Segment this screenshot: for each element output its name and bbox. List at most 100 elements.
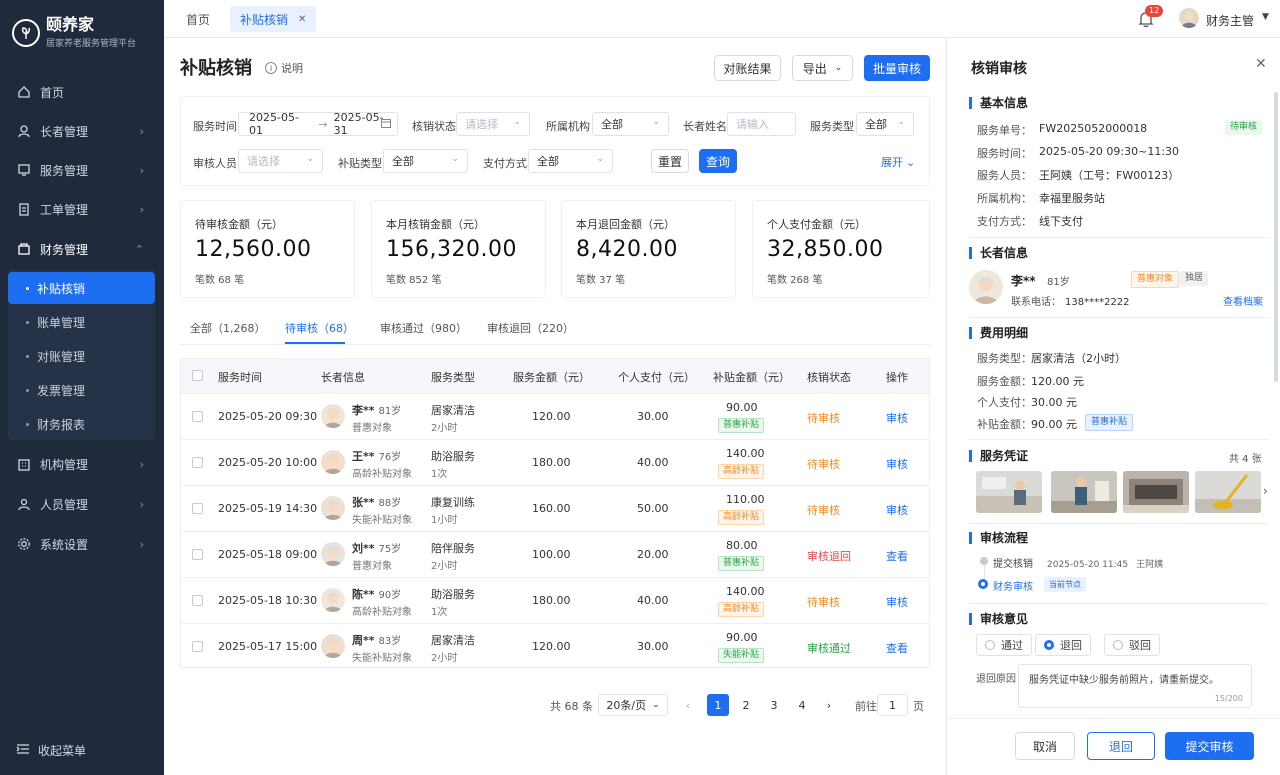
- sidebar-item-home[interactable]: 首页: [0, 75, 164, 109]
- batch-review-button[interactable]: 批量审核: [864, 55, 930, 81]
- cell-subsidy: 90.00: [726, 401, 758, 414]
- date-range-picker[interactable]: 2025-05-01 → 2025-05-31: [238, 111, 398, 137]
- sidebar-subitem-invoice[interactable]: 发票管理: [8, 374, 155, 406]
- reconcile-result-button[interactable]: 对账结果: [714, 55, 781, 81]
- sidebar-item-label: 财务管理: [40, 242, 89, 257]
- tab-all[interactable]: 全部（1,268）: [190, 320, 266, 336]
- sidebar-item-finance[interactable]: 财务管理 ⌃: [0, 232, 164, 266]
- kv-row: 服务金额： 120.00 元: [977, 375, 1084, 388]
- elder-name-input[interactable]: 请输入: [727, 112, 796, 136]
- cell-time: 2025-05-19 14:30: [218, 502, 318, 515]
- row-checkbox[interactable]: [192, 503, 203, 514]
- stat-card-pending: 待审核金额（元） 12,560.00 笔数 68 笔: [180, 200, 355, 298]
- avatar[interactable]: [1179, 8, 1199, 28]
- row-checkbox[interactable]: [192, 595, 203, 606]
- cancel-button[interactable]: 取消: [1015, 732, 1075, 760]
- cell-time: 2025-05-20 10:00: [218, 456, 318, 469]
- row-action-link[interactable]: 查看: [886, 548, 908, 564]
- section-flow: 审核流程: [969, 532, 1028, 544]
- sidebar-item-staff[interactable]: 人员管理 ›: [0, 487, 164, 521]
- status-select[interactable]: 请选择 ⌄: [456, 112, 530, 136]
- view-profile-link[interactable]: 查看档案: [1223, 293, 1263, 308]
- cell-elder-type: 高龄补贴对象: [352, 607, 412, 618]
- filter-label: 核销状态: [412, 120, 456, 133]
- tab-approved[interactable]: 审核通过（980）: [380, 320, 467, 336]
- service-type-select[interactable]: 全部 ⌄: [856, 112, 914, 136]
- sidebar-subitem-bills[interactable]: 账单管理: [8, 306, 155, 338]
- tab-returned[interactable]: 审核退回（220）: [487, 320, 574, 336]
- cell-personal: 30.00: [637, 410, 669, 423]
- reason-textarea[interactable]: 服务凭证中缺少服务前照片，请重新提交。 15/200: [1018, 664, 1252, 708]
- reviewer-select[interactable]: 请选择 ⌄: [238, 149, 323, 173]
- sidebar-item-settings[interactable]: 系统设置 ›: [0, 527, 164, 561]
- sidebar-item-workorders[interactable]: 工单管理 ›: [0, 192, 164, 226]
- elder-avatar: [321, 404, 345, 428]
- tab-subsidy[interactable]: 补贴核销 ✕: [230, 6, 317, 32]
- row-action-link[interactable]: 审核: [886, 456, 908, 472]
- row-action-link[interactable]: 审核: [886, 594, 908, 610]
- cell-service: 助浴服务: [431, 588, 475, 601]
- scrollbar[interactable]: [1274, 92, 1278, 382]
- proof-image[interactable]: [976, 471, 1042, 513]
- return-button[interactable]: 退回: [1087, 732, 1155, 760]
- help-link[interactable]: i 说明: [265, 60, 303, 76]
- sidebar-item-elders[interactable]: 长者管理 ›: [0, 114, 164, 148]
- proof-image[interactable]: [1195, 471, 1261, 513]
- page-2[interactable]: 2: [735, 694, 757, 716]
- flow-step-current: 财务审核: [993, 582, 1033, 593]
- prev-page-button[interactable]: ‹: [677, 694, 699, 716]
- goto-label: 前往: [855, 700, 877, 713]
- proof-image[interactable]: [1051, 471, 1117, 513]
- org-select[interactable]: 全部 ⌄: [592, 112, 669, 136]
- collapse-menu-button[interactable]: 收起菜单: [16, 742, 86, 759]
- select-all-checkbox[interactable]: [192, 370, 203, 381]
- row-action-link[interactable]: 审核: [886, 410, 908, 426]
- reset-button[interactable]: 重置: [651, 149, 689, 173]
- notification-badge: 12: [1145, 5, 1164, 17]
- close-icon[interactable]: ✕: [1255, 56, 1267, 72]
- sidebar-item-label: 长者管理: [40, 124, 89, 139]
- sidebar-item-label: 机构管理: [40, 457, 89, 472]
- subsidy-type-select[interactable]: 全部 ⌄: [383, 149, 468, 173]
- tab-pending[interactable]: 待审核（68）: [285, 320, 354, 336]
- row-action-link[interactable]: 审核: [886, 502, 908, 518]
- caret-down-icon[interactable]: ▼: [1262, 12, 1269, 22]
- payment-select[interactable]: 全部 ⌄: [528, 149, 613, 173]
- submit-review-button[interactable]: 提交审核: [1165, 732, 1254, 760]
- user-name[interactable]: 财务主管: [1206, 12, 1254, 29]
- query-button[interactable]: 查询: [699, 149, 737, 173]
- row-checkbox[interactable]: [192, 457, 203, 468]
- goto-input[interactable]: 1: [877, 694, 908, 716]
- row-checkbox[interactable]: [192, 549, 203, 560]
- page-1[interactable]: 1: [707, 694, 729, 716]
- row-action-link[interactable]: 查看: [886, 640, 908, 656]
- page-3[interactable]: 3: [763, 694, 785, 716]
- proof-image[interactable]: [1123, 471, 1189, 513]
- home-icon: [16, 84, 32, 100]
- sidebar-item-label: 人员管理: [40, 497, 89, 512]
- sidebar-subitem-reconcile[interactable]: 对账管理: [8, 340, 155, 372]
- export-button[interactable]: 导出 ⌄: [792, 55, 853, 81]
- stat-title: 本月退回金额（元）: [576, 218, 675, 231]
- expand-link[interactable]: 展开 ⌄: [881, 154, 915, 170]
- sidebar-item-orgs[interactable]: 机构管理 ›: [0, 447, 164, 481]
- cell-personal: 20.00: [637, 548, 669, 561]
- row-checkbox[interactable]: [192, 641, 203, 652]
- next-page-button[interactable]: ›: [818, 694, 840, 716]
- close-tab-icon[interactable]: ✕: [298, 14, 306, 25]
- cell-elder-type: 失能补贴对象: [352, 653, 412, 664]
- chevron-right-icon[interactable]: ›: [1263, 484, 1268, 498]
- tab-home[interactable]: 首页: [176, 6, 220, 32]
- radio-approve[interactable]: 通过: [976, 634, 1032, 656]
- sidebar-subitem-report[interactable]: 财务报表: [8, 408, 155, 440]
- row-checkbox[interactable]: [192, 411, 203, 422]
- radio-return[interactable]: 退回: [1035, 634, 1091, 656]
- page-size-select[interactable]: 20条/页 ⌄: [598, 694, 668, 716]
- radio-reject[interactable]: 驳回: [1104, 634, 1160, 656]
- leaf-logo-icon: [12, 18, 40, 47]
- sidebar-subitem-subsidy[interactable]: 补贴核销: [8, 272, 155, 304]
- sidebar-item-services[interactable]: 服务管理 ›: [0, 153, 164, 187]
- page-4[interactable]: 4: [791, 694, 813, 716]
- elder-avatar: [321, 588, 345, 612]
- cell-elder-type: 失能补贴对象: [352, 515, 412, 526]
